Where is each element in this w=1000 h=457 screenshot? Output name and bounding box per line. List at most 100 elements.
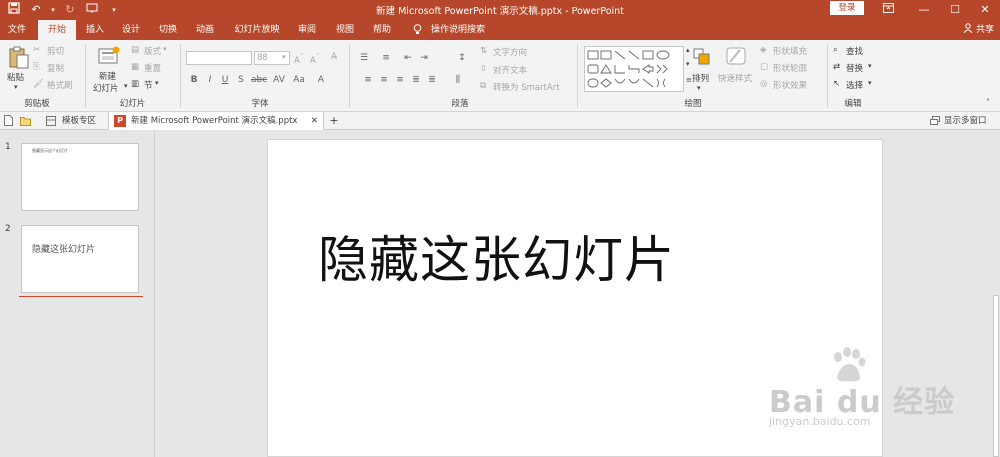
paste-button[interactable]: 粘贴 — [7, 71, 24, 83]
shape-effects-icon[interactable]: ◎ — [760, 79, 767, 89]
copy-icon[interactable]: ⎘ — [33, 62, 40, 72]
find-icon[interactable]: ⌕ — [833, 45, 838, 55]
slide-title-text[interactable]: 隐藏这张幻灯片 — [318, 220, 675, 292]
new-slide-label-line1[interactable]: 新建 — [99, 70, 116, 82]
slide-thumbnail-1[interactable]: 隐藏显示这个幻灯片 — [21, 143, 139, 211]
shape-outline-icon[interactable]: ▢ — [760, 62, 768, 72]
italic-icon[interactable]: I — [204, 74, 216, 86]
layout-dropdown-icon[interactable]: ▾ — [163, 45, 167, 53]
paste-icon[interactable] — [8, 46, 30, 69]
tell-me-search[interactable]: 操作说明搜索 — [428, 20, 488, 40]
arrange-icon[interactable] — [691, 46, 713, 68]
reset-icon[interactable]: ▦ — [131, 62, 139, 72]
section-button[interactable]: 节 — [144, 79, 153, 91]
collapse-ribbon-icon[interactable]: ˄ — [986, 98, 990, 107]
arrange-dropdown-icon[interactable]: ▾ — [697, 84, 701, 92]
bullets-icon[interactable]: ☰ — [358, 52, 370, 64]
line-spacing-icon[interactable]: ↕ — [456, 52, 468, 64]
strikethrough-icon[interactable]: abc — [251, 74, 267, 86]
new-document-icon[interactable] — [4, 112, 18, 130]
underline-icon[interactable]: U — [219, 74, 231, 86]
section-icon[interactable]: ▥ — [131, 79, 139, 89]
replace-button[interactable]: 替换 — [846, 62, 863, 74]
cut-icon[interactable]: ✂ — [33, 45, 40, 55]
reset-button[interactable]: 重置 — [144, 62, 161, 74]
bold-icon[interactable]: B — [188, 74, 200, 86]
text-direction-icon[interactable]: ⇅ — [480, 46, 487, 56]
align-left-icon[interactable]: ≡ — [362, 74, 374, 86]
quick-styles-icon[interactable] — [725, 46, 747, 68]
align-center-icon[interactable]: ≡ — [378, 74, 390, 86]
show-multi-window-button[interactable]: 显示多窗口 — [944, 112, 987, 130]
document-tab[interactable]: P 新建 Microsoft PowerPoint 演示文稿.pptx ✕ — [108, 112, 324, 130]
open-folder-icon[interactable] — [20, 112, 34, 130]
shape-fill-button[interactable]: 形状填充 — [773, 45, 807, 57]
new-slide-label-line2[interactable]: 幻灯片 — [93, 82, 119, 94]
shapes-scroll-down-icon[interactable]: ▾ — [686, 60, 690, 68]
slide-thumbnail-2[interactable]: 隐藏这张幻灯片 — [21, 225, 139, 293]
cut-button[interactable]: 剪切 — [47, 45, 64, 57]
font-size-dropdown-icon[interactable]: ▾ — [282, 53, 286, 61]
shapes-scroll-up-icon[interactable]: ▴ — [686, 46, 690, 54]
tab-help[interactable]: 帮助 — [369, 20, 395, 40]
grow-font-icon[interactable]: Aˆ — [294, 52, 303, 66]
font-size-combo[interactable]: 88 ▾ — [254, 51, 290, 65]
smartart-icon[interactable]: ⧉ — [480, 81, 486, 91]
text-direction-button[interactable]: 文字方向 — [493, 46, 527, 58]
minimize-icon[interactable]: — — [909, 0, 939, 20]
shape-outline-button[interactable]: 形状轮廓 — [773, 62, 807, 74]
tab-file[interactable]: 文件 — [4, 20, 30, 40]
replace-icon[interactable]: ⇄ — [833, 62, 840, 72]
justify-icon[interactable]: ≣ — [410, 74, 422, 86]
tab-view[interactable]: 视图 — [332, 20, 358, 40]
clear-formatting-icon[interactable]: A̶ — [331, 52, 337, 62]
tab-home[interactable]: 开始 — [38, 20, 76, 40]
shrink-font-icon[interactable]: Aˇ — [310, 52, 319, 66]
maximize-icon[interactable]: ☐ — [940, 0, 970, 20]
find-button[interactable]: 查找 — [846, 45, 863, 57]
align-right-icon[interactable]: ≡ — [394, 74, 406, 86]
select-icon[interactable]: ↖ — [833, 79, 840, 89]
shape-effects-button[interactable]: 形状效果 — [773, 79, 807, 91]
tab-insert[interactable]: 插入 — [82, 20, 108, 40]
add-tab-icon[interactable]: + — [327, 112, 341, 130]
close-icon[interactable]: ✕ — [970, 0, 1000, 20]
scrollbar-thumb[interactable] — [993, 295, 999, 457]
select-button[interactable]: 选择 — [846, 79, 863, 91]
layout-icon[interactable]: ▤ — [131, 45, 139, 55]
login-button[interactable]: 登录 — [830, 1, 864, 15]
decrease-indent-icon[interactable]: ⇤ — [402, 52, 414, 64]
distributed-icon[interactable]: ≣ — [426, 74, 438, 86]
tab-design[interactable]: 设计 — [118, 20, 144, 40]
template-zone-tab[interactable]: 模板专区 — [62, 112, 96, 130]
change-case-icon[interactable]: Aa — [291, 74, 307, 86]
tab-review[interactable]: 审阅 — [294, 20, 320, 40]
format-painter-button[interactable]: 格式刷 — [47, 79, 73, 91]
align-text-button[interactable]: 对齐文本 — [493, 64, 527, 76]
paste-dropdown-icon[interactable]: ▾ — [14, 83, 18, 91]
font-color-icon[interactable]: A — [315, 74, 327, 86]
section-dropdown-icon[interactable]: ▾ — [155, 79, 159, 87]
tab-slideshow[interactable]: 幻灯片放映 — [232, 20, 282, 40]
copy-button[interactable]: 复制 — [47, 62, 64, 74]
font-name-combo[interactable] — [186, 51, 252, 65]
shapes-more-icon[interactable]: ≡ — [686, 76, 692, 84]
arrange-button[interactable]: 排列 — [692, 72, 709, 84]
character-spacing-icon[interactable]: AV — [271, 74, 287, 86]
close-tab-icon[interactable]: ✕ — [311, 112, 318, 130]
convert-smartart-button[interactable]: 转换为 SmartArt — [493, 81, 560, 93]
share-button[interactable]: 共享 — [963, 20, 994, 40]
shapes-gallery[interactable] — [584, 46, 684, 92]
new-slide-dropdown-icon[interactable]: ▾ — [124, 82, 128, 90]
layout-button[interactable]: 版式 — [144, 45, 161, 57]
increase-indent-icon[interactable]: ⇥ — [418, 52, 430, 64]
tab-transitions[interactable]: 切换 — [155, 20, 181, 40]
vertical-scrollbar[interactable] — [992, 130, 1000, 457]
shape-fill-icon[interactable]: ◈ — [760, 45, 767, 55]
text-shadow-icon[interactable]: S — [235, 74, 247, 86]
replace-dropdown-icon[interactable]: ▾ — [868, 62, 872, 70]
columns-icon[interactable]: ⫼ — [452, 74, 464, 86]
align-text-icon[interactable]: ⇳ — [480, 64, 487, 74]
ribbon-display-options-icon[interactable] — [873, 0, 903, 20]
tab-animations[interactable]: 动画 — [192, 20, 218, 40]
